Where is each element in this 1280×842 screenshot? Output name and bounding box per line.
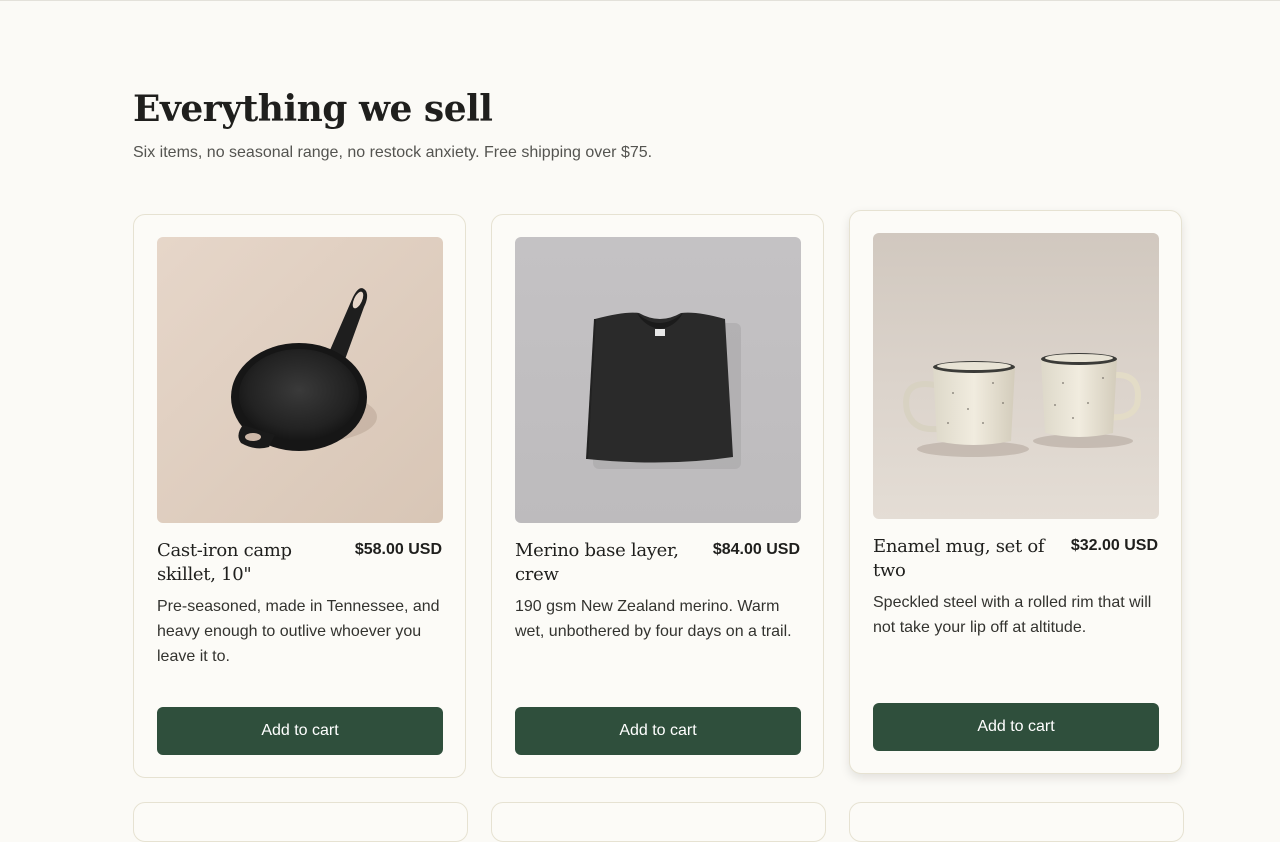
product-image-shirt <box>515 237 801 523</box>
product-card-next-row <box>849 802 1184 842</box>
page-subtitle: Six items, no seasonal range, no restock… <box>133 144 653 161</box>
skillet-photo <box>157 237 443 523</box>
product-card: Cast-iron camp skillet, 10" $58.00 USD P… <box>133 214 466 778</box>
product-card-next-row <box>133 802 468 842</box>
product-description: Speckled steel with a rolled rim that wi… <box>873 594 1152 636</box>
product-price: $58.00 USD <box>354 541 442 558</box>
product-image-skillet <box>157 237 443 523</box>
add-to-cart-button[interactable]: Add to cart <box>157 707 443 755</box>
product-card-next-row <box>491 802 826 842</box>
add-to-cart-button[interactable]: Add to cart <box>873 703 1159 751</box>
product-description: 190 gsm New Zealand merino. Warm wet, un… <box>515 598 792 640</box>
product-name: Enamel mug, set of two <box>873 536 1045 581</box>
product-card: Enamel mug, set of two $32.00 USD Speckl… <box>849 210 1182 774</box>
page-title: Everything we sell <box>133 88 493 130</box>
product-image-mugs <box>873 233 1159 519</box>
product-price: $84.00 USD <box>712 541 800 558</box>
product-price: $32.00 USD <box>1070 537 1158 554</box>
add-to-cart-button[interactable]: Add to cart <box>515 707 801 755</box>
shirt-photo <box>515 237 801 523</box>
product-name: Merino base layer, crew <box>515 540 679 585</box>
product-card: Merino base layer, crew $84.00 USD 190 g… <box>491 214 824 778</box>
top-divider <box>0 0 1280 1</box>
mugs-photo <box>873 233 1159 519</box>
product-name: Cast-iron camp skillet, 10" <box>157 540 292 585</box>
product-description: Pre-seasoned, made in Tennessee, and hea… <box>157 598 440 665</box>
